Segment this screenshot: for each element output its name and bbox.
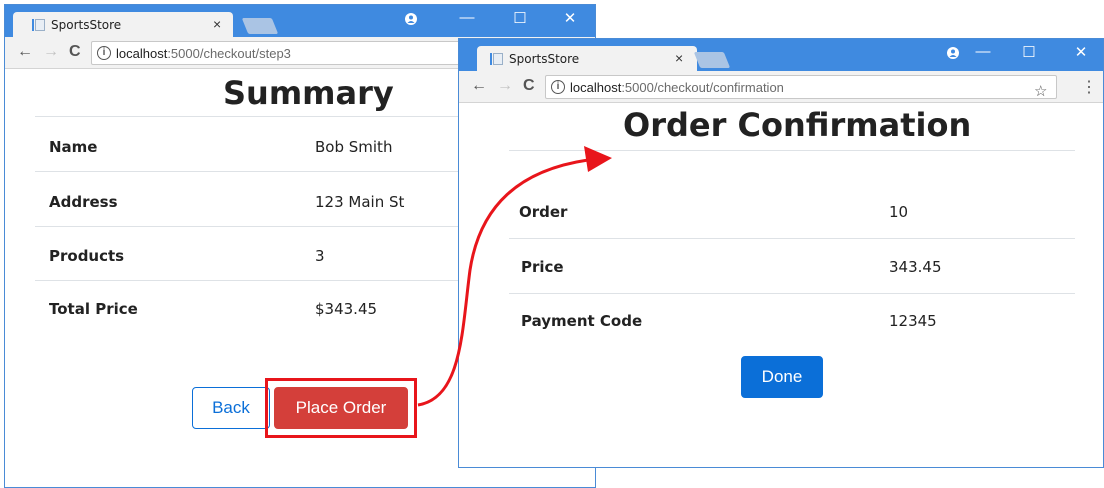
- maximize-icon[interactable]: ☐: [510, 9, 530, 27]
- info-icon[interactable]: i: [551, 80, 565, 94]
- done-button[interactable]: Done: [741, 356, 823, 398]
- reload-icon[interactable]: C: [69, 43, 81, 61]
- summary-value: 123 Main St: [315, 193, 405, 211]
- forward-arrow-icon[interactable]: →: [43, 43, 59, 61]
- back-arrow-icon[interactable]: ←: [471, 77, 487, 95]
- url-text: localhost:5000/checkout/confirmation: [570, 80, 784, 95]
- new-tab-button[interactable]: [693, 52, 731, 68]
- confirmation-value: 12345: [889, 312, 937, 330]
- confirmation-label: Price: [521, 258, 564, 276]
- maximize-icon[interactable]: ☐: [1019, 43, 1039, 61]
- forward-arrow-icon[interactable]: →: [497, 77, 513, 95]
- summary-value: Bob Smith: [315, 138, 393, 156]
- confirmation-value: 10: [889, 203, 909, 221]
- summary-value: 3: [315, 247, 325, 265]
- tab-title: SportsStore: [51, 18, 122, 32]
- summary-value: $343.45: [315, 300, 378, 318]
- back-arrow-icon[interactable]: ←: [17, 43, 33, 61]
- summary-label: Address: [49, 193, 118, 211]
- highlight-box: [265, 378, 417, 438]
- row-divider: [509, 238, 1075, 239]
- title-bar: SportsStore × — ☐ ✕: [5, 5, 595, 37]
- browser-window-confirmation: SportsStore × — ☐ ✕ ← → C i localhost:50…: [458, 38, 1104, 468]
- url-text: localhost:5000/checkout/step3: [116, 46, 291, 61]
- window-close-icon[interactable]: ✕: [560, 9, 580, 27]
- confirmation-label: Payment Code: [521, 312, 643, 330]
- new-tab-button[interactable]: [241, 18, 279, 34]
- close-tab-icon[interactable]: ×: [675, 50, 683, 66]
- close-tab-icon[interactable]: ×: [213, 16, 221, 32]
- row-divider: [509, 293, 1075, 294]
- profile-icon[interactable]: [947, 47, 959, 59]
- title-bar: SportsStore × — ☐ ✕: [459, 39, 1103, 71]
- page-content: Order Confirmation Order 10 Price 343.45…: [459, 104, 1103, 467]
- bookmark-star-icon[interactable]: ☆: [1034, 82, 1047, 100]
- page-icon: [490, 53, 503, 65]
- summary-label: Total Price: [49, 300, 138, 318]
- page-title: Order Confirmation: [623, 106, 972, 144]
- confirmation-label: Order: [519, 203, 568, 221]
- info-icon[interactable]: i: [97, 46, 111, 60]
- window-close-icon[interactable]: ✕: [1071, 43, 1091, 61]
- minimize-icon[interactable]: —: [457, 9, 477, 26]
- browser-tab[interactable]: SportsStore ×: [13, 12, 233, 37]
- summary-label: Products: [49, 247, 125, 265]
- minimize-icon[interactable]: —: [973, 43, 993, 60]
- reload-icon[interactable]: C: [523, 77, 535, 95]
- browser-toolbar: ← → C i localhost:5000/checkout/confirma…: [459, 71, 1103, 103]
- address-bar[interactable]: i localhost:5000/checkout/confirmation ☆: [545, 75, 1057, 100]
- profile-icon[interactable]: [405, 13, 417, 25]
- menu-dots-icon[interactable]: ⋮: [1081, 77, 1097, 97]
- tab-title: SportsStore: [509, 52, 580, 66]
- confirmation-value: 343.45: [889, 258, 942, 276]
- back-button[interactable]: Back: [192, 387, 270, 429]
- row-divider: [509, 150, 1075, 151]
- browser-tab[interactable]: SportsStore ×: [477, 46, 697, 71]
- page-title: Summary: [223, 74, 394, 112]
- summary-label: Name: [49, 138, 98, 156]
- page-icon: [32, 19, 45, 31]
